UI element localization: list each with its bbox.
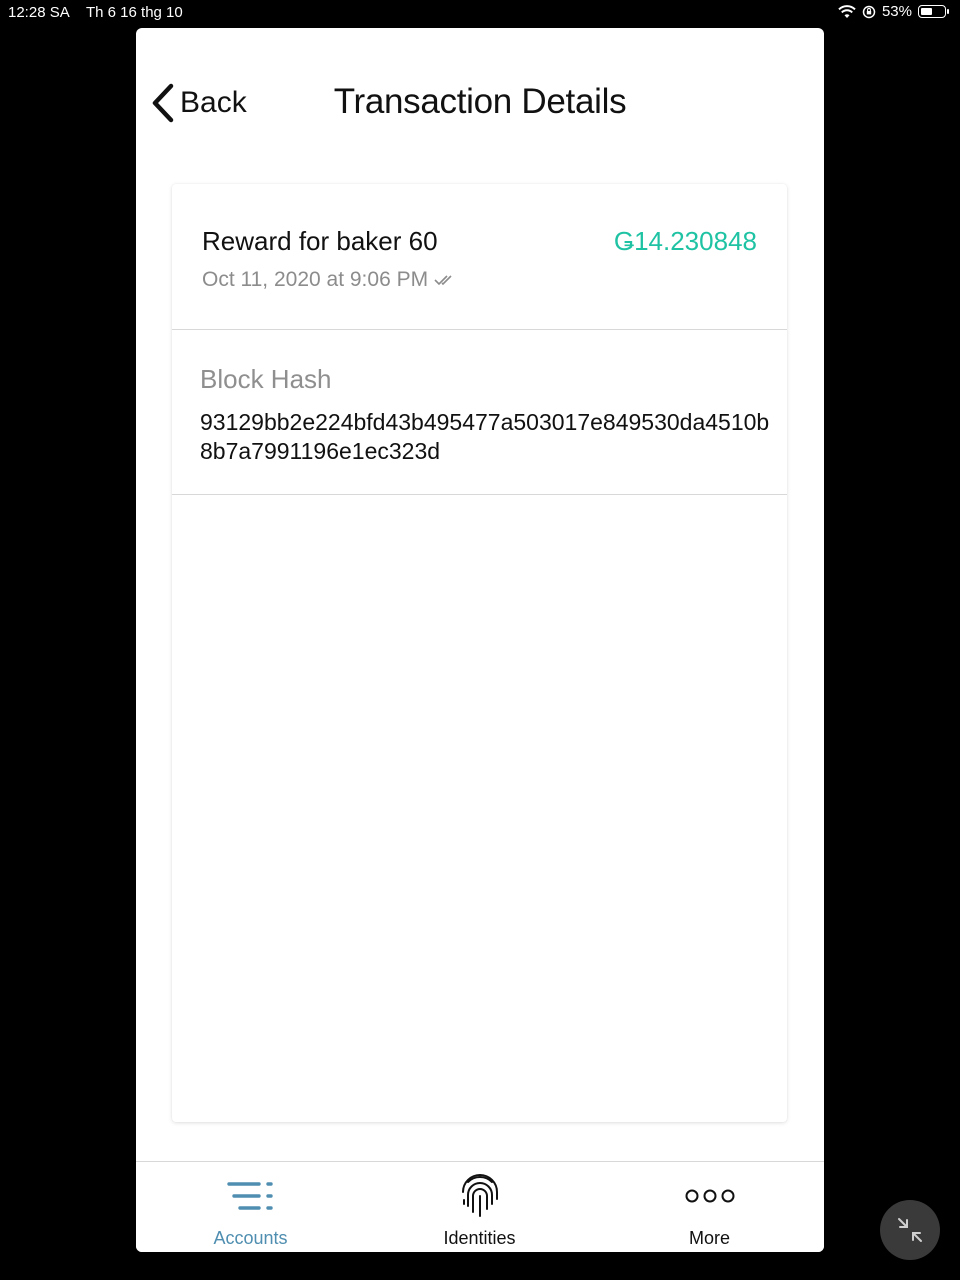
- accounts-list-icon: [226, 1182, 273, 1210]
- tab-identities[interactable]: Identities: [365, 1162, 594, 1252]
- transaction-amount: Ǥ14.230848: [613, 226, 757, 256]
- status-date: Th 6 16 thg 10: [86, 4, 183, 21]
- navigation-bar: Back Transaction Details: [136, 28, 824, 178]
- tab-accounts-label: Accounts: [213, 1228, 288, 1248]
- transaction-card: Reward for baker 60 Ǥ14.230848 Oct 11, 2…: [172, 184, 787, 1122]
- tab-accounts[interactable]: Accounts: [136, 1162, 365, 1252]
- battery-icon: [918, 5, 949, 18]
- double-check-icon: [434, 275, 452, 286]
- tab-more-label: More: [688, 1228, 730, 1248]
- block-hash-value: 93129bb2e224bfd43b495477a503017e849530da…: [200, 409, 770, 464]
- more-dots-icon: [685, 1189, 734, 1203]
- battery-percent: 53%: [881, 3, 912, 20]
- status-bar: 12:28 SA Th 6 16 thg 10 53%: [0, 0, 960, 26]
- app-window: Back Transaction Details Reward for bake…: [136, 28, 824, 1252]
- transaction-summary: Reward for baker 60 Ǥ14.230848 Oct 11, 2…: [172, 184, 787, 330]
- tab-bar: Accounts Identities More: [136, 1161, 824, 1252]
- transaction-date: Oct 11, 2020 at 9:06 PM: [202, 268, 429, 291]
- orientation-lock-icon: [862, 5, 876, 18]
- transaction-title: Reward for baker 60: [202, 226, 438, 256]
- block-hash-label: Block Hash: [200, 364, 332, 394]
- tab-identities-label: Identities: [443, 1228, 516, 1248]
- block-hash-section: Block Hash 93129bb2e224bfd43b495477a5030…: [172, 330, 787, 495]
- minimize-window-button[interactable]: [880, 1200, 940, 1260]
- wifi-icon: [838, 4, 856, 18]
- status-time: 12:28 SA: [8, 4, 70, 21]
- page-title: Transaction Details: [333, 82, 627, 121]
- transaction-date-row: Oct 11, 2020 at 9:06 PM: [202, 268, 456, 292]
- fingerprint-icon: [461, 1174, 498, 1217]
- tab-more[interactable]: More: [595, 1162, 824, 1252]
- collapse-arrows-icon: [898, 1218, 922, 1242]
- status-indicators: 53%: [838, 3, 949, 20]
